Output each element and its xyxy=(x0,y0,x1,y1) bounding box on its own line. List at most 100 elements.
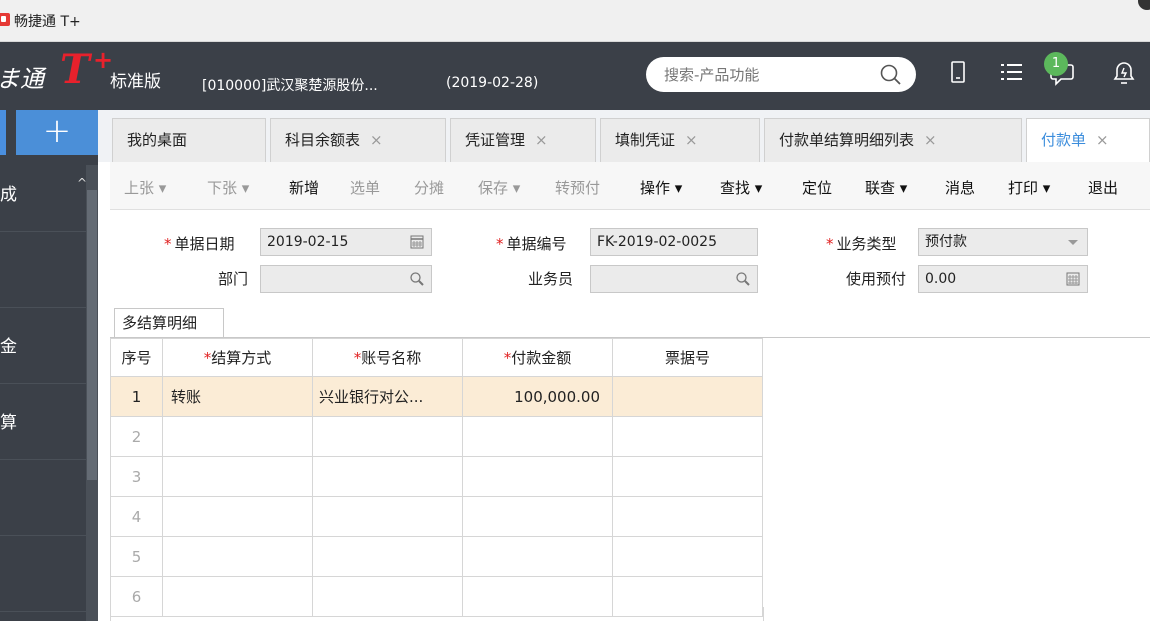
split-button[interactable]: 分摊 xyxy=(414,177,444,198)
doc-no-field[interactable]: FK-2019-02-0025 xyxy=(590,228,758,256)
company-name[interactable]: [010000]武汉聚楚源股份... xyxy=(202,75,378,95)
search-icon[interactable] xyxy=(880,64,901,85)
tab-account-balance[interactable]: 科目余额表 × xyxy=(270,118,446,162)
app-header: ま通 T + 标准版 [010000]武汉聚楚源股份... (2019-02-2… xyxy=(0,42,1150,110)
row-ticket[interactable] xyxy=(612,536,763,577)
prepay-button[interactable]: 转预付 xyxy=(555,177,600,198)
select-button[interactable]: 选单 xyxy=(350,177,380,198)
tab-multi-settlement[interactable]: 多结算明细 xyxy=(114,308,224,338)
new-button[interactable]: 新增 xyxy=(289,177,319,198)
row-amount[interactable] xyxy=(462,416,613,457)
biz-type-select[interactable]: 预付款 xyxy=(918,228,1088,256)
table-row[interactable]: 2 xyxy=(110,416,763,457)
search-input[interactable] xyxy=(664,57,864,92)
sidebar-item[interactable] xyxy=(0,536,86,612)
row-amount[interactable] xyxy=(462,456,613,497)
sidebar: + 成 金 算 ^ xyxy=(0,110,98,621)
row-amount[interactable]: 100,000.00 xyxy=(462,376,613,417)
edition-label: 标准版 xyxy=(110,72,161,92)
scroll-up-icon[interactable]: ^ xyxy=(77,176,87,190)
row-method[interactable] xyxy=(162,536,313,577)
search-icon[interactable] xyxy=(409,271,425,287)
window-title: 畅捷通 T+ xyxy=(14,14,81,30)
window-titlebar: 畅捷通 T+ xyxy=(0,0,1150,42)
row-method[interactable] xyxy=(162,456,313,497)
bell-icon[interactable] xyxy=(1110,59,1138,87)
search-box[interactable] xyxy=(646,57,916,92)
tab-desktop[interactable]: 我的桌面 xyxy=(112,118,266,162)
tab-voucher-manage[interactable]: 凭证管理 × xyxy=(450,118,596,162)
row-account[interactable] xyxy=(312,416,463,457)
sidebar-item[interactable] xyxy=(0,232,86,308)
doc-no-label: * 单据编号 xyxy=(496,235,567,253)
link-query-button[interactable]: 联查 ▾ xyxy=(865,177,907,198)
add-button[interactable]: + xyxy=(16,110,98,155)
close-icon[interactable]: × xyxy=(370,131,383,149)
calendar-icon[interactable] xyxy=(409,234,425,250)
doc-date-label: * 单据日期 xyxy=(164,235,235,253)
notification-badge[interactable]: 1 xyxy=(1044,52,1068,76)
tab-payment-settlement-list[interactable]: 付款单结算明细列表 × xyxy=(764,118,1022,162)
operate-button[interactable]: 操作 ▾ xyxy=(640,177,682,198)
dept-field[interactable] xyxy=(260,265,432,293)
row-seq: 5 xyxy=(110,536,163,577)
tab-label: 凭证管理 xyxy=(465,131,526,149)
task-list-icon[interactable] xyxy=(998,59,1026,87)
col-method-header: *结算方式 xyxy=(162,338,313,377)
close-icon[interactable]: × xyxy=(685,131,698,149)
close-icon[interactable]: × xyxy=(924,131,937,149)
row-account[interactable]: 兴业银行对公... xyxy=(312,376,463,417)
table-row[interactable]: 4 xyxy=(110,496,763,537)
row-ticket[interactable] xyxy=(612,416,763,457)
row-method[interactable] xyxy=(162,496,313,537)
sidebar-item[interactable] xyxy=(0,460,86,536)
tab-label: 填制凭证 xyxy=(615,131,676,149)
sidebar-item[interactable]: 成 xyxy=(0,156,86,232)
row-seq: 3 xyxy=(110,456,163,497)
message-button[interactable]: 消息 xyxy=(945,177,975,198)
row-seq: 4 xyxy=(110,496,163,537)
row-ticket[interactable] xyxy=(612,456,763,497)
exit-button[interactable]: 退出 xyxy=(1088,177,1118,198)
row-seq: 1 xyxy=(110,376,163,417)
staff-field[interactable] xyxy=(590,265,758,293)
row-method[interactable] xyxy=(162,416,313,457)
row-amount[interactable] xyxy=(462,496,613,537)
use-prepay-field[interactable]: 0.00 xyxy=(918,265,1088,293)
sidebar-scrollbar-thumb[interactable] xyxy=(87,190,97,480)
find-button[interactable]: 查找 ▾ xyxy=(720,177,762,198)
row-amount[interactable] xyxy=(462,536,613,577)
mobile-icon[interactable] xyxy=(944,59,972,87)
close-icon[interactable]: × xyxy=(535,131,548,149)
doc-date-field[interactable]: 2019-02-15 xyxy=(260,228,432,256)
save-button[interactable]: 保存 ▾ xyxy=(478,177,520,198)
use-prepay-label: 使用预付 xyxy=(846,270,907,288)
close-icon[interactable]: × xyxy=(1096,131,1109,149)
tab-fill-voucher[interactable]: 填制凭证 × xyxy=(600,118,760,162)
sidebar-item[interactable]: 算 xyxy=(0,384,86,460)
prev-button[interactable]: 上张 ▾ xyxy=(124,177,166,198)
next-button[interactable]: 下张 ▾ xyxy=(207,177,249,198)
table-row[interactable]: 5 xyxy=(110,536,763,577)
row-account[interactable] xyxy=(312,496,463,537)
tab-payment-order[interactable]: 付款单 × xyxy=(1026,118,1150,163)
sidebar-item-label: 成 xyxy=(0,185,17,205)
grid-footer xyxy=(110,607,764,621)
row-ticket[interactable] xyxy=(612,496,763,537)
row-account[interactable] xyxy=(312,536,463,577)
chevron-down-icon[interactable] xyxy=(1068,240,1078,245)
table-row[interactable]: 3 xyxy=(110,456,763,497)
search-icon[interactable] xyxy=(735,271,751,287)
sidebar-item-label: 金 xyxy=(0,337,17,357)
row-account[interactable] xyxy=(312,456,463,497)
window-control-icon[interactable] xyxy=(1138,0,1150,10)
row-seq: 2 xyxy=(110,416,163,457)
row-ticket[interactable] xyxy=(612,376,763,417)
row-method[interactable]: 转账 xyxy=(162,376,313,417)
calculator-icon[interactable] xyxy=(1065,271,1081,287)
locate-button[interactable]: 定位 xyxy=(802,177,832,198)
sidebar-item[interactable]: 金 xyxy=(0,308,86,384)
print-button[interactable]: 打印 ▾ xyxy=(1008,177,1050,198)
table-row[interactable]: 1 转账 兴业银行对公... 100,000.00 xyxy=(110,376,763,417)
tab-label: 科目余额表 xyxy=(285,131,361,149)
